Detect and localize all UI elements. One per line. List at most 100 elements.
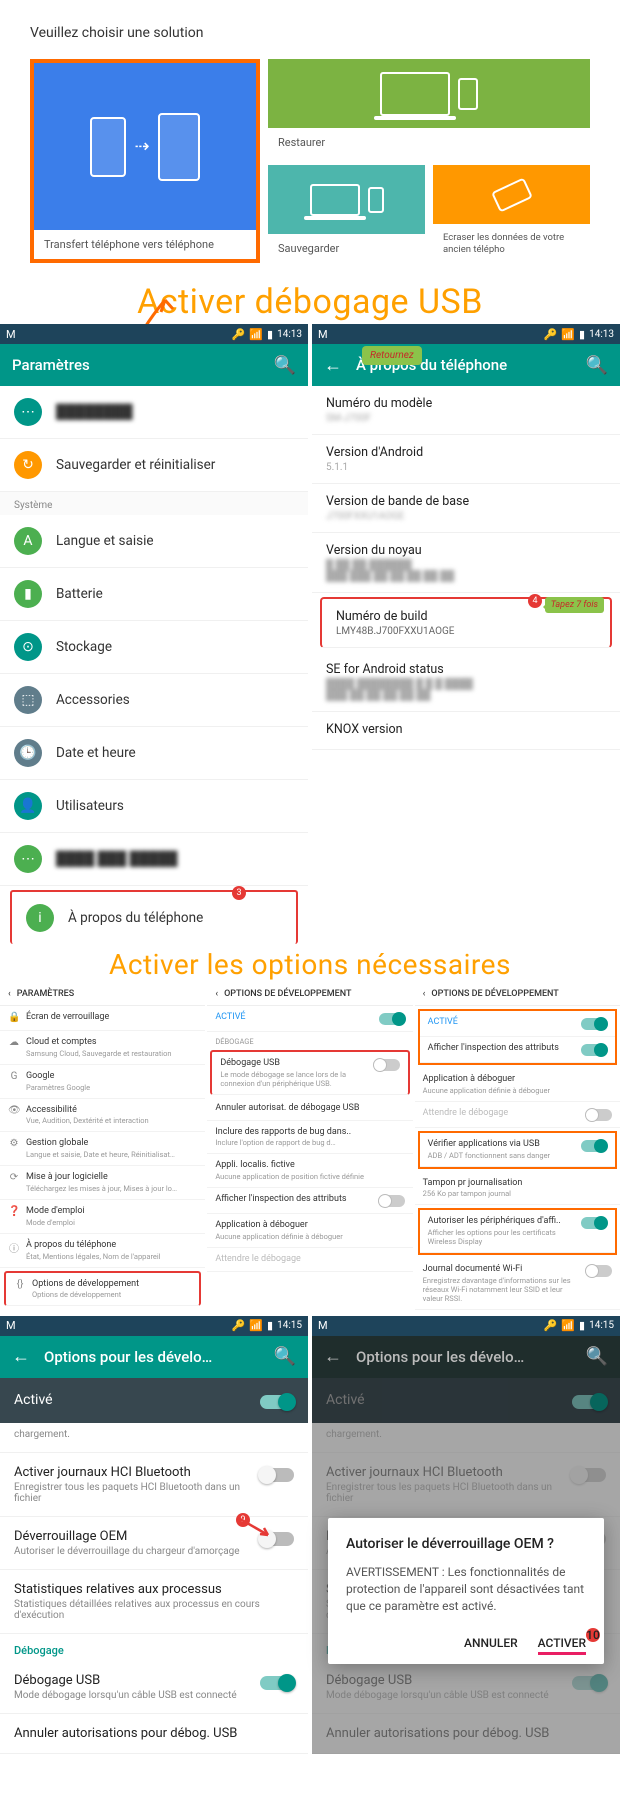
tile-restore[interactable]: Restaurer (268, 59, 590, 157)
dialog-ok-button[interactable]: ACTIVER 10 (538, 1636, 586, 1650)
toggle[interactable] (581, 1140, 607, 1152)
mini2-periph[interactable]: Autoriser les périphériques d'affi..Affi… (420, 1210, 615, 1253)
tile-backup-label: Sauvegarder (268, 234, 425, 263)
row-knox[interactable]: KNOX version (312, 712, 620, 750)
mini-update[interactable]: ⟳Mise à jour logicielleTéléchargez les m… (0, 1166, 205, 1200)
section-system: Système (0, 492, 308, 515)
annotation-retournez: Retournez (362, 346, 422, 365)
item-about-phone[interactable]: i À propos du téléphone 3 (10, 890, 298, 944)
mini2-appdebug[interactable]: Application à déboguerAucune application… (415, 1068, 620, 1102)
toggle-usb[interactable] (374, 1059, 400, 1071)
mini-about[interactable]: ⓘÀ propos du téléphoneÉtat, Mentions lég… (0, 1234, 205, 1268)
tile-backup[interactable]: Sauvegarder (268, 165, 425, 263)
mini2-wait[interactable]: Attendre le débogage (415, 1102, 620, 1128)
row-active[interactable]: Activé (0, 1378, 308, 1423)
toggle[interactable] (379, 1195, 405, 1207)
appbar-title: Options pour les dévelo… (356, 1348, 572, 1366)
dialog-oem-unlock: Autoriser le déverrouillage OEM ? AVERTI… (328, 1518, 604, 1664)
mini-title: ‹OPTIONS DE DÉVELOPPEMENT (207, 983, 412, 1006)
dialog-cancel-button[interactable]: ANNULER (464, 1636, 518, 1650)
mini-bugreport[interactable]: Inclure des rapports de bug dans..Inclur… (207, 1121, 412, 1155)
row-stats[interactable]: Statistiques relatives aux processusStat… (0, 1570, 308, 1634)
mini-gestion[interactable]: ⚙Gestion globaleLangue et saisie, Date e… (0, 1132, 205, 1166)
status-bar: M 🔑📶▮14:13 (312, 324, 620, 344)
back-icon[interactable]: ← (324, 355, 342, 376)
back-icon[interactable]: ← (12, 1346, 30, 1367)
row-se-android[interactable]: SE for Android status████ ████████ █ █ █… (312, 652, 620, 712)
appbar-about: ← À propos du téléphone 🔍 Retournez (312, 344, 620, 386)
item-blurred-top[interactable]: ⋯████████ (0, 386, 308, 439)
mini2-verify[interactable]: Vérifier applications via USBADB / ADT f… (420, 1133, 615, 1167)
toggle[interactable] (260, 1468, 294, 1482)
mini-access[interactable]: 👁AccessibilitéVue, Audition, Dextérité e… (0, 1099, 205, 1133)
heading-options: Activer les options nécessaires (0, 944, 620, 983)
appbar-settings: Paramètres 🔍 (0, 344, 308, 386)
mini-lock[interactable]: 🔒Écran de verrouillage (0, 1006, 205, 1031)
tile-erase[interactable]: Ecraser les données de votre ancien télé… (433, 165, 590, 263)
section-debug: Débogage (0, 1634, 308, 1661)
tile-transfer-label: Transfert téléphone vers téléphone (34, 230, 256, 259)
mini-active[interactable]: ACTIVÉ (207, 1006, 412, 1032)
mini-devopts[interactable]: {}Options de développementOptions de dév… (4, 1271, 201, 1307)
toggle[interactable] (581, 1217, 607, 1229)
toggle-active[interactable] (581, 1018, 607, 1030)
item-language[interactable]: ALangue et saisie (0, 515, 308, 568)
mini-usb-debug[interactable]: Débogage USBLe mode débogage se lance lo… (210, 1050, 409, 1095)
section-debug: DÉBOGAGE (207, 1032, 412, 1048)
row-kernel[interactable]: Version du noyau█ ██ ██-█████████ ███ ██… (312, 533, 620, 593)
dialog-title: Autoriser le déverrouillage OEM ? (346, 1536, 586, 1552)
item-blurred-dev[interactable]: ⋯████ ███ █████ (0, 833, 308, 886)
badge-step-10: 10 (586, 1628, 600, 1642)
toggle[interactable] (581, 1044, 607, 1056)
mini-google[interactable]: GGoogleParamètres Google (0, 1065, 205, 1099)
row-hci[interactable]: Activer journaux HCI BluetoothEnregistre… (0, 1453, 308, 1517)
screen-devopts-dialog: M 🔑📶▮14:15 ← Options pour les dévelo… 🔍 … (312, 1316, 620, 1754)
row-oem-unlock[interactable]: Déverrouillage OEMAutoriser le déverroui… (0, 1517, 308, 1570)
screen-about-phone: M 🔑📶▮14:13 ← À propos du téléphone 🔍 Ret… (312, 324, 620, 948)
item-battery[interactable]: ▮Batterie (0, 568, 308, 621)
search-icon[interactable]: 🔍 (586, 355, 608, 376)
heading-usb-debug: Activer débogage USB (0, 278, 620, 324)
mini-mock[interactable]: Appli. localis. fictiveAucune applicatio… (207, 1154, 412, 1188)
solution-chooser: Veuillez choisir une solution ⇢ Transfer… (0, 0, 620, 278)
row-baseband[interactable]: Version de bande de baseJ700FXXU1AOGE (312, 484, 620, 533)
annotation-tap-7: Tapez 7 fois (545, 597, 604, 613)
search-icon[interactable]: 🔍 (274, 1346, 296, 1367)
item-backup-reset[interactable]: ↻Sauvegarder et réinitialiser (0, 439, 308, 492)
tile-transfer[interactable]: ⇢ Transfert téléphone vers téléphone (30, 59, 260, 263)
mini-cloud[interactable]: ☁Cloud et comptesSamsung Cloud, Sauvegar… (0, 1031, 205, 1065)
item-accessories[interactable]: ⬚Accessories (0, 674, 308, 727)
item-datetime[interactable]: 🕒Date et heure (0, 727, 308, 780)
laptop-phone-icon (310, 184, 384, 216)
row-model[interactable]: Numéro du modèleSM-J700F (312, 386, 620, 435)
status-bar: M 🔑📶▮14:15 (312, 1316, 620, 1336)
toggle-active[interactable] (260, 1395, 294, 1409)
mini2-inspect[interactable]: Afficher l'inspection des attributs (420, 1037, 615, 1063)
row-revoke[interactable]: Annuler autorisations pour débog. USB (0, 1714, 308, 1754)
mini2-wifi[interactable]: Journal documenté Wi-FiEnregistrez davan… (415, 1258, 620, 1310)
mini-appdebug[interactable]: Application à déboguerAucune application… (207, 1214, 412, 1248)
search-icon[interactable]: 🔍 (586, 1346, 608, 1367)
mini-inspect[interactable]: Afficher l'inspection des attributs (207, 1188, 412, 1214)
row-build-number[interactable]: Numéro de build LMY48B.J700FXXU1AOGE 4 T… (320, 597, 612, 648)
back-icon[interactable]: ← (324, 1346, 342, 1367)
mini-title: ‹PARAMÈTRES (0, 983, 205, 1006)
mini-manual[interactable]: ❓Mode d'emploiMode d'emploi (0, 1200, 205, 1234)
toggle-usb[interactable] (260, 1676, 294, 1690)
toggle-active[interactable] (379, 1013, 405, 1025)
screen-devopts-mini: ‹OPTIONS DE DÉVELOPPEMENT ACTIVÉ DÉBOGAG… (207, 983, 412, 1310)
item-storage[interactable]: ⊙Stockage (0, 621, 308, 674)
dialog-body: AVERTISSEMENT : Les fonctionnalités de p… (346, 1564, 586, 1614)
phone-transfer-icon: ⇢ (90, 113, 199, 181)
item-users[interactable]: 👤Utilisateurs (0, 780, 308, 833)
mini2-log[interactable]: Tampon pr journalisation256 Ko par tampo… (415, 1172, 620, 1206)
tile-erase-label: Ecraser les données de votre ancien télé… (433, 224, 590, 263)
search-icon[interactable]: 🔍 (274, 355, 296, 376)
mini-revoke[interactable]: Annuler autorisat. de débogage USB (207, 1097, 412, 1121)
row-usb-debug[interactable]: Débogage USBMode débogage lorsqu'un câbl… (0, 1661, 308, 1714)
mini2-active[interactable]: ACTIVÉ (420, 1011, 615, 1037)
mini-wait[interactable]: Attendre le débogage (207, 1248, 412, 1272)
row-android-version[interactable]: Version d'Android5.1.1 (312, 435, 620, 484)
tile-restore-label: Restaurer (268, 128, 590, 157)
solution-title: Veuillez choisir une solution (30, 25, 590, 41)
